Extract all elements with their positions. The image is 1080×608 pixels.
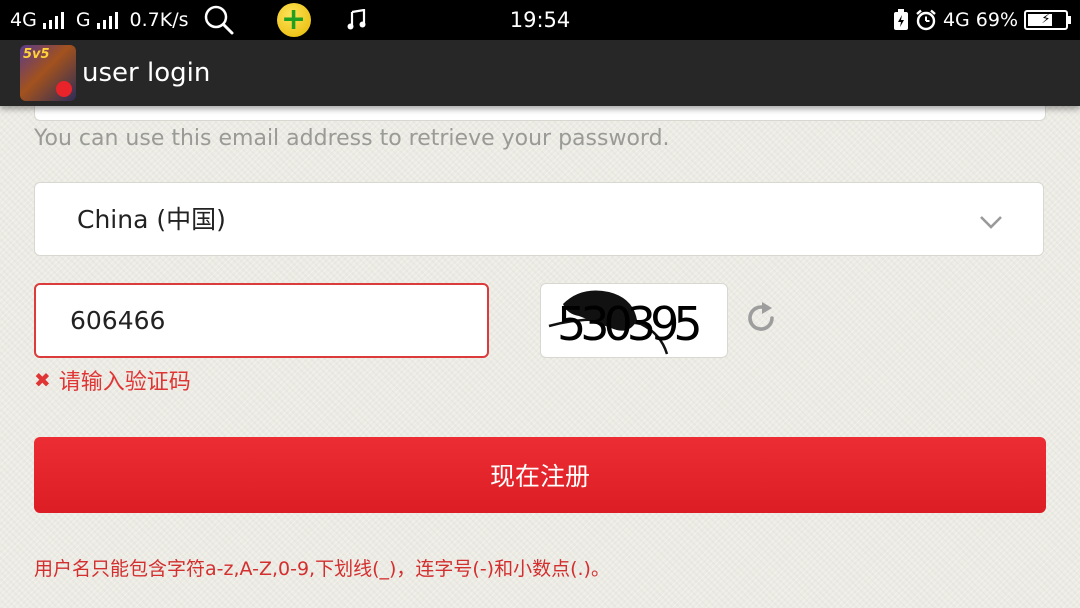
search-icon — [204, 5, 234, 35]
battery-percent: 69% — [975, 9, 1018, 31]
captcha-input[interactable] — [34, 283, 489, 358]
app-icon-label: 5v5 — [23, 47, 50, 62]
battery-icon: ⚡ — [1024, 10, 1071, 30]
captcha-image[interactable]: 530395 — [540, 283, 728, 358]
svg-text:530395: 530395 — [557, 297, 699, 351]
music-note-icon — [347, 9, 366, 30]
network-type-right: 4G — [942, 9, 970, 31]
title-bar: 5v5 user login — [0, 40, 1080, 106]
refresh-captcha-icon[interactable] — [743, 300, 779, 336]
alarm-icon — [916, 9, 936, 31]
captcha-error-text: 请输入验证码 — [58, 370, 191, 395]
page-title: user login — [82, 58, 211, 88]
app-icon-badge — [56, 81, 72, 97]
battery-saver-icon — [893, 9, 908, 30]
chevron-down-icon — [980, 216, 1002, 229]
captcha-error: ✖ 请输入验证码 — [34, 366, 191, 395]
country-select[interactable]: China (中国) — [34, 182, 1044, 256]
game-app-icon[interactable]: 5v5 — [20, 45, 76, 101]
network-type-1: 4G — [10, 9, 37, 31]
error-icon: ✖ — [34, 368, 51, 392]
country-select-value: China (中国) — [77, 205, 226, 234]
username-rules-text: 用户名只能包含字符a-z,A-Z,0-9,下划线(_)，连字号(-)和小数点(.… — [34, 558, 610, 580]
register-button[interactable]: 现在注册 — [34, 437, 1046, 513]
signal-strength-icon — [42, 11, 64, 29]
status-bar: 4G G 0.7K/s + 19:54 4G 69% ⚡ — [0, 0, 1080, 40]
captcha-text: 530395 — [557, 297, 705, 351]
network-speed: 0.7K/s — [129, 9, 189, 31]
signal-strength-icon-2 — [96, 11, 118, 29]
network-type-2: G — [75, 9, 91, 31]
360-app-icon: + — [276, 3, 311, 37]
email-hint: You can use this email address to retrie… — [34, 126, 670, 151]
